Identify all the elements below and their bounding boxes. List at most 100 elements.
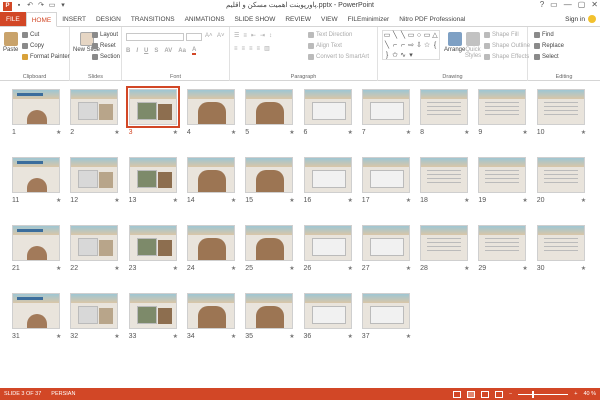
shape-effects-button[interactable]: Shape Effects (484, 54, 529, 60)
tab-animations[interactable]: ANIMATIONS (180, 12, 230, 26)
shape-more-icon[interactable]: ▾ (407, 51, 415, 61)
feedback-smiley-icon[interactable] (588, 15, 596, 23)
font-name-box[interactable] (126, 33, 184, 41)
slide-thumbnail[interactable] (478, 157, 527, 193)
redo-icon[interactable]: ↷ (37, 2, 45, 10)
tab-nitro-pdf[interactable]: Nitro PDF Professional (394, 12, 470, 26)
transition-star-icon[interactable]: ★ (56, 265, 61, 272)
zoom-in-icon[interactable]: + (574, 391, 577, 397)
undo-icon[interactable]: ↶ (26, 2, 34, 10)
transition-star-icon[interactable]: ★ (231, 197, 236, 204)
transition-star-icon[interactable]: ★ (231, 333, 236, 340)
shape-triangle-icon[interactable]: △ (431, 31, 439, 41)
slide-thumbnail[interactable] (361, 293, 410, 329)
customize-qat-icon[interactable]: ▾ (59, 2, 67, 10)
shapes-gallery[interactable]: ▭ ╲ ╲ ▭ ○ ▭ △ ╲ ⌐ ⌐ ⇨ ⇩ ☆{ } ✩ ∿ ▾ (382, 30, 440, 60)
transition-star-icon[interactable]: ★ (289, 129, 294, 136)
strikethrough-icon[interactable]: S (154, 48, 158, 54)
section-button[interactable]: Section (92, 54, 120, 60)
font-size-box[interactable] (186, 33, 202, 41)
transition-star-icon[interactable]: ★ (406, 197, 411, 204)
transition-star-icon[interactable]: ★ (522, 265, 527, 272)
justify-icon[interactable]: ≡ (257, 46, 261, 52)
slide-thumbnail[interactable] (12, 89, 60, 125)
find-button[interactable]: Find (534, 32, 554, 38)
sign-in[interactable]: Sign in (565, 12, 600, 26)
tab-slide-show[interactable]: SLIDE SHOW (230, 12, 281, 26)
transition-star-icon[interactable]: ★ (173, 265, 178, 272)
smartart-button[interactable]: Convert to SmartArt (308, 54, 369, 60)
grow-font-icon[interactable]: A˄ (205, 33, 213, 39)
save-icon[interactable]: ▪ (15, 2, 23, 10)
tab-file[interactable]: FILE (0, 12, 26, 26)
tab-home[interactable]: HOME (25, 12, 58, 27)
replace-button[interactable]: Replace (534, 43, 564, 49)
reset-button[interactable]: Reset (92, 43, 116, 49)
slide-thumbnail[interactable] (70, 157, 119, 193)
shape-rect3-icon[interactable]: ▭ (423, 31, 431, 41)
minimize-button[interactable]: — (564, 0, 572, 9)
transition-star-icon[interactable]: ★ (522, 129, 527, 136)
layout-button[interactable]: Layout (92, 32, 118, 38)
transition-star-icon[interactable]: ★ (56, 197, 61, 204)
change-case-icon[interactable]: Aa (178, 48, 186, 54)
slide-thumbnail[interactable] (186, 225, 235, 261)
cut-button[interactable]: Cut (22, 32, 39, 38)
transition-star-icon[interactable]: ★ (406, 129, 411, 136)
normal-view-icon[interactable] (453, 390, 462, 398)
slide-thumbnail[interactable] (128, 293, 177, 329)
tab-fileminimizer[interactable]: FILEminimizer (343, 12, 395, 26)
slide-thumbnail[interactable] (536, 225, 585, 261)
reading-view-icon[interactable] (481, 390, 490, 398)
transition-star-icon[interactable]: ★ (56, 333, 61, 340)
shape-line3-icon[interactable]: ╲ (383, 41, 391, 51)
columns-icon[interactable]: ▥ (264, 45, 270, 52)
tab-insert[interactable]: INSERT (57, 12, 91, 26)
arrange-button[interactable]: Arrange (444, 32, 465, 53)
align-text-button[interactable]: Align Text (308, 43, 342, 49)
transition-star-icon[interactable]: ★ (173, 197, 178, 204)
shrink-font-icon[interactable]: A˅ (217, 33, 225, 39)
transition-star-icon[interactable]: ★ (581, 265, 586, 272)
transition-star-icon[interactable]: ★ (581, 197, 586, 204)
tab-view[interactable]: VIEW (316, 12, 343, 26)
slide-thumbnail[interactable] (128, 157, 177, 193)
transition-star-icon[interactable]: ★ (289, 197, 294, 204)
transition-star-icon[interactable]: ★ (173, 129, 178, 136)
transition-star-icon[interactable]: ★ (231, 265, 236, 272)
slide-thumbnail[interactable] (128, 225, 177, 261)
slide-thumbnail[interactable] (70, 89, 119, 125)
transition-star-icon[interactable]: ★ (348, 265, 353, 272)
transition-star-icon[interactable]: ★ (173, 333, 178, 340)
shape-fill-button[interactable]: Shape Fill (484, 32, 519, 38)
format-painter-button[interactable]: Format Painter (22, 54, 70, 60)
slide-thumbnail[interactable] (70, 293, 119, 329)
slide-thumbnail[interactable] (245, 293, 294, 329)
slide-thumbnail[interactable] (12, 293, 60, 329)
quick-styles-button[interactable]: Quick Styles (464, 32, 482, 59)
font-color-icon[interactable]: A (191, 47, 197, 55)
slide-thumbnail[interactable] (361, 225, 410, 261)
slide-thumbnail[interactable] (478, 89, 527, 125)
slide-sorter-view-icon[interactable] (467, 390, 476, 398)
close-button[interactable]: ✕ (591, 0, 598, 9)
slide-thumbnail[interactable] (186, 89, 235, 125)
copy-button[interactable]: Copy (22, 43, 44, 49)
underline-icon[interactable]: U (144, 48, 148, 54)
slide-thumbnail[interactable] (420, 225, 469, 261)
transition-star-icon[interactable]: ★ (289, 333, 294, 340)
slideshow-icon[interactable]: ▭ (48, 2, 56, 10)
bold-icon[interactable]: B (126, 48, 130, 54)
slide-thumbnail[interactable] (303, 293, 352, 329)
shape-curve-icon[interactable]: ∿ (399, 51, 407, 61)
transition-star-icon[interactable]: ★ (114, 129, 119, 136)
slide-thumbnail[interactable] (420, 89, 469, 125)
slide-thumbnail[interactable] (70, 225, 119, 261)
shape-rect2-icon[interactable]: ▭ (407, 31, 415, 41)
transition-star-icon[interactable]: ★ (464, 129, 469, 136)
numbering-icon[interactable]: ≡ (243, 33, 247, 39)
shape-arrow-icon[interactable]: ⇨ (407, 41, 415, 51)
shape-corner-icon[interactable]: ⌐ (391, 41, 399, 51)
transition-star-icon[interactable]: ★ (406, 333, 411, 340)
transition-star-icon[interactable]: ★ (464, 197, 469, 204)
